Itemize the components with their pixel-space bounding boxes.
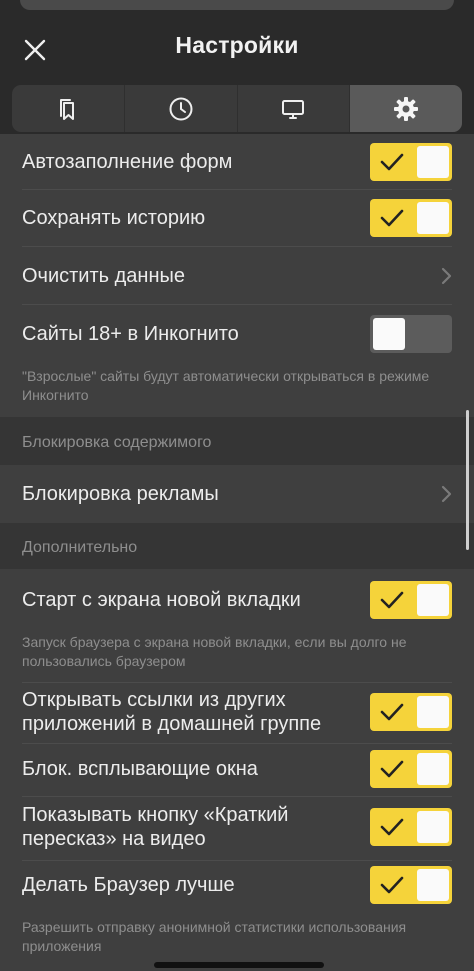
check-icon	[380, 591, 404, 609]
chevron-right-icon	[441, 485, 452, 503]
setting-open-links[interactable]: Открывать ссылки из других приложений в …	[0, 683, 474, 741]
header: Настройки	[0, 16, 474, 84]
setting-label: Автозаполнение форм	[22, 150, 233, 173]
setting-label: Очистить данные	[22, 264, 185, 287]
toggle-knob	[417, 869, 449, 901]
section-header: Дополнительно	[0, 523, 474, 569]
toggle-knob	[417, 584, 449, 616]
home-indicator	[154, 962, 324, 968]
desktop-icon	[282, 99, 305, 119]
setting-label: Делать Браузер лучше	[22, 874, 235, 896]
check-icon	[380, 760, 404, 778]
tabs-bar	[0, 84, 474, 134]
open-links-toggle[interactable]	[370, 693, 452, 731]
toggle-knob	[417, 753, 449, 785]
label-line-1: Открывать ссылки из других	[22, 689, 286, 711]
summary-button-toggle[interactable]	[370, 808, 452, 846]
toggle-knob	[417, 145, 449, 178]
check-icon	[380, 703, 404, 721]
settings-list: Автозаполнение форм Сохранять историю Оч…	[0, 134, 474, 971]
gear-icon	[394, 96, 419, 121]
label-line-2: пересказ» на видео	[22, 828, 206, 850]
setting-label: Сохранять историю	[22, 207, 206, 229]
improve-browser-toggle[interactable]	[370, 866, 452, 904]
setting-label: Блокировка рекламы	[22, 483, 219, 505]
setting-new-tab-start[interactable]: Старт с экрана новой вкладки	[0, 570, 474, 630]
bookmarks-icon	[59, 98, 74, 120]
setting-adult-incognito[interactable]: Сайты 18+ в Инкогнито	[0, 305, 474, 362]
check-icon	[380, 876, 404, 894]
section-title: Дополнительно	[22, 539, 138, 556]
toggle-knob	[373, 317, 405, 350]
setting-summary-button[interactable]: Показывать кнопку «Краткий пересказ» на …	[0, 797, 474, 857]
setting-note: "Взрослые" сайты будут автоматически отк…	[22, 368, 430, 403]
tab-bookmarks[interactable]	[12, 85, 125, 132]
setting-save-history[interactable]: Сохранять историю	[0, 190, 474, 246]
setting-autofill[interactable]: Автозаполнение форм	[0, 134, 474, 189]
setting-label: Открывать ссылки из других приложений в …	[22, 688, 321, 736]
scrollbar[interactable]	[466, 410, 469, 550]
label-line-1: Показывать кнопку «Краткий	[22, 804, 289, 826]
setting-label: Показывать кнопку «Краткий пересказ» на …	[22, 803, 288, 851]
block-popups-toggle[interactable]	[370, 750, 452, 788]
setting-improve-browser[interactable]: Делать Браузер лучше	[0, 861, 474, 909]
setting-label: Сайты 18+ в Инкогнито	[22, 322, 239, 345]
history-clock-icon	[169, 97, 193, 120]
tab-history[interactable]	[125, 85, 238, 132]
setting-note: Разрешить отправку анонимной статистики …	[22, 919, 407, 954]
chevron-right-icon	[441, 267, 452, 284]
check-icon	[380, 818, 404, 836]
tabs	[12, 85, 462, 132]
section-title: Блокировка содержимого	[22, 434, 212, 451]
setting-block-popups[interactable]: Блок. всплывающие окна	[0, 744, 474, 794]
label-line-2: приложений в домашней группе	[22, 713, 322, 735]
adult-incognito-toggle[interactable]	[370, 314, 452, 353]
check-icon	[380, 209, 404, 227]
setting-label: Блок. всплывающие окна	[22, 758, 258, 780]
toggle-knob	[417, 696, 449, 728]
status-area	[0, 0, 474, 16]
setting-clear-data[interactable]: Очистить данные	[0, 247, 474, 304]
setting-label: Старт с экрана новой вкладки	[22, 589, 301, 611]
save-history-toggle[interactable]	[370, 199, 452, 237]
autofill-toggle[interactable]	[370, 142, 452, 181]
page-title: Настройки	[175, 32, 299, 58]
top-pill	[20, 0, 454, 10]
check-icon	[380, 153, 404, 170]
section-header: Блокировка содержимого	[0, 417, 474, 465]
setting-ad-block[interactable]: Блокировка рекламы	[0, 465, 474, 523]
tab-settings[interactable]	[350, 85, 462, 132]
new-tab-start-toggle[interactable]	[370, 581, 452, 619]
toggle-knob	[417, 202, 449, 234]
toggle-knob	[417, 811, 449, 843]
tab-desktop[interactable]	[238, 85, 351, 132]
setting-note: Запуск браузера с экрана новой вкладки, …	[22, 634, 407, 669]
